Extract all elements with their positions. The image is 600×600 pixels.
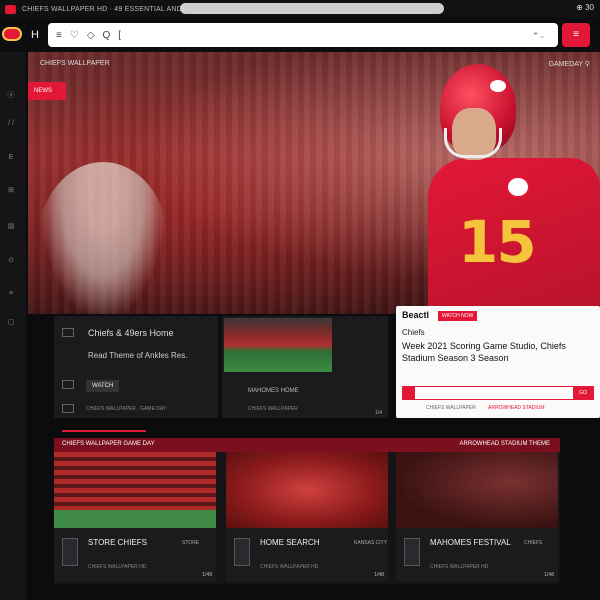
address-bar[interactable] bbox=[180, 3, 444, 14]
header-label: H bbox=[31, 29, 39, 41]
watch-now-tag[interactable]: WATCH NOW bbox=[438, 311, 478, 321]
hero-title: CHIEFS WALLPAPER bbox=[40, 60, 110, 67]
player-image: 15 bbox=[428, 64, 600, 314]
feature-title: Chiefs & 49ers Home bbox=[88, 328, 174, 338]
stadium-image bbox=[224, 318, 332, 372]
section-divider bbox=[62, 430, 146, 432]
video-card[interactable]: HOME SEARCH KANSAS CITY CHIEFS WALLPAPER… bbox=[226, 452, 388, 582]
browser-status[interactable]: ⊕ 30 bbox=[576, 3, 594, 12]
video-title: MAHOMES FESTIVAL bbox=[430, 538, 511, 547]
team-logo-icon bbox=[234, 538, 250, 566]
feature-card[interactable]: Chiefs & 49ers Home Read Theme of Ankles… bbox=[54, 316, 218, 418]
menu-button[interactable]: ≡ bbox=[562, 23, 590, 47]
sidebar-item-4[interactable]: ⊞ bbox=[4, 186, 18, 194]
helmet-logo-icon bbox=[490, 80, 506, 92]
menu-icon[interactable]: ≡ bbox=[56, 30, 62, 41]
feature-meta: CHIEFS WALLPAPER · GAME DAY bbox=[86, 406, 167, 412]
watch-button[interactable]: WATCH bbox=[86, 380, 120, 392]
team-logo-icon bbox=[404, 538, 420, 566]
stadium-subcaption: CHIEFS WALLPAPER bbox=[248, 406, 298, 412]
team-icon bbox=[62, 328, 74, 337]
stadium-count: 1/4 bbox=[375, 410, 382, 416]
sidebar-item-1[interactable]: ⓔ bbox=[4, 90, 18, 100]
popup-input-icon bbox=[403, 387, 415, 399]
search-icon[interactable]: Q bbox=[103, 30, 111, 41]
video-count: 1/48 bbox=[544, 572, 554, 578]
stadium-caption: MAHOMES HOME bbox=[248, 388, 299, 394]
video-thumbnail[interactable] bbox=[54, 452, 216, 528]
sidebar-item-3[interactable]: E bbox=[4, 154, 18, 161]
shape-icon[interactable]: ◇ bbox=[87, 30, 95, 41]
sidebar-item-6[interactable]: ⊙ bbox=[4, 256, 18, 264]
brand-logo-icon[interactable] bbox=[2, 27, 22, 41]
news-badge[interactable]: NEWS bbox=[28, 82, 66, 100]
video-card[interactable]: MAHOMES FESTIVAL CHIEFS CHIEFS WALLPAPER… bbox=[396, 452, 558, 582]
browser-bar: CHIEFS WALLPAPER HD · 49 ESSENTIAL AND R… bbox=[0, 0, 600, 18]
video-title: HOME SEARCH bbox=[260, 538, 320, 547]
video-card[interactable]: STORE CHIEFS STORE CHIEFS WALLPAPER HD 1… bbox=[54, 452, 216, 582]
search-actions[interactable]: ⌖ ⌄ bbox=[533, 29, 544, 39]
video-tag: KANSAS CITY bbox=[354, 540, 388, 546]
video-thumbnail[interactable] bbox=[396, 452, 558, 528]
info-popup[interactable]: Beactl WATCH NOW Chiefs Week 2021 Scorin… bbox=[396, 306, 600, 418]
chiefs-logo-icon bbox=[5, 4, 16, 14]
video-thumbnail[interactable] bbox=[226, 452, 388, 528]
background-player-image bbox=[38, 162, 168, 314]
video-tag: CHIEFS bbox=[524, 540, 543, 546]
popup-footer-left[interactable]: CHIEFS WALLPAPER bbox=[426, 405, 476, 411]
sidebar-item-8[interactable]: ▢ bbox=[4, 318, 18, 326]
facemask bbox=[444, 128, 502, 158]
sidebar: ⓔ / / E ⊞ ▤ ⊙ ≡ ▢ bbox=[0, 52, 26, 600]
hero-banner[interactable]: 15 CHIEFS WALLPAPER GAMEDAY ⚲ NEWS bbox=[28, 52, 600, 314]
video-section: CHIEFS WALLPAPER GAME DAY ARROWHEAD STAD… bbox=[54, 438, 560, 584]
popup-input[interactable]: GO bbox=[402, 386, 594, 400]
arrowhead-patch-icon bbox=[506, 176, 530, 198]
cursor-icon: [ bbox=[118, 29, 122, 41]
section-title: CHIEFS WALLPAPER GAME DAY bbox=[62, 441, 155, 447]
popup-label: Chiefs bbox=[402, 328, 425, 337]
section-header: CHIEFS WALLPAPER GAME DAY ARROWHEAD STAD… bbox=[54, 438, 560, 452]
list-icon bbox=[62, 404, 74, 413]
popup-go-button[interactable]: GO bbox=[573, 387, 593, 399]
app-header: H ≡ ♡ ◇ Q [ ⌖ ⌄ ≡ bbox=[0, 18, 600, 52]
jersey: 15 bbox=[428, 158, 600, 314]
search-bar[interactable]: ≡ ♡ ◇ Q [ ⌖ ⌄ bbox=[48, 23, 558, 47]
video-desc: CHIEFS WALLPAPER HD bbox=[88, 564, 147, 570]
team-logo-icon bbox=[62, 538, 78, 566]
sidebar-item-7[interactable]: ≡ bbox=[4, 290, 18, 297]
sidebar-item-5[interactable]: ▤ bbox=[4, 222, 18, 230]
video-desc: CHIEFS WALLPAPER HD bbox=[260, 564, 319, 570]
video-tag: STORE bbox=[182, 540, 200, 546]
popup-heading: Beactl bbox=[402, 310, 430, 320]
popup-footer-right[interactable]: ARROWHEAD STADIUM bbox=[488, 405, 545, 411]
video-desc: CHIEFS WALLPAPER HD bbox=[430, 564, 489, 570]
hero-link[interactable]: GAMEDAY ⚲ bbox=[549, 60, 590, 68]
jersey-number: 15 bbox=[458, 208, 537, 276]
video-title: STORE CHIEFS bbox=[88, 538, 147, 547]
feature-subtitle: Read Theme of Ankles Res. bbox=[88, 351, 188, 360]
popup-text: Week 2021 Scoring Game Studio, Chiefs St… bbox=[402, 341, 566, 363]
stadium-card[interactable]: MAHOMES HOME CHIEFS WALLPAPER 1/4 bbox=[222, 316, 388, 418]
video-count: 1/48 bbox=[202, 572, 212, 578]
favorite-icon[interactable]: ♡ bbox=[70, 30, 79, 41]
play-icon bbox=[62, 380, 74, 389]
video-count: 1/48 bbox=[374, 572, 384, 578]
section-link[interactable]: ARROWHEAD STADIUM THEME bbox=[460, 441, 550, 447]
sidebar-item-2[interactable]: / / bbox=[4, 120, 18, 127]
